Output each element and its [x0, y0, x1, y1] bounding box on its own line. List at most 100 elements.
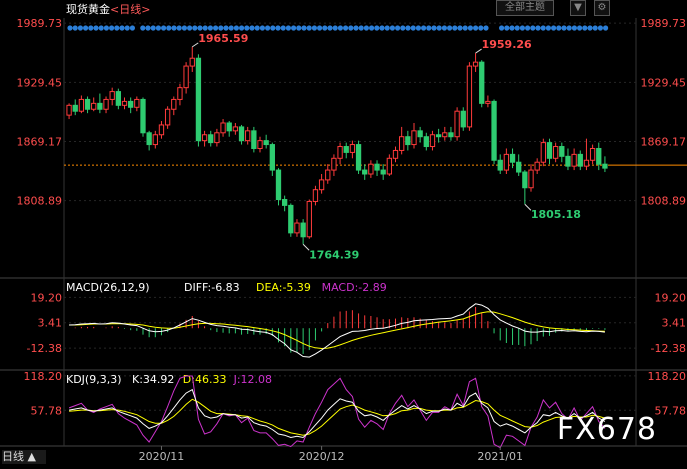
candle-body — [386, 157, 393, 175]
watermark-text: FX678 — [556, 412, 657, 447]
candle-body — [442, 132, 448, 138]
overview-bar-dot — [369, 25, 375, 31]
candle-body — [158, 124, 165, 136]
price-axis-label-left: 1869.17 — [17, 135, 63, 148]
macd-axis-label-right: -12.38 — [651, 342, 686, 355]
candle-body — [140, 98, 146, 134]
candle-body — [602, 163, 608, 169]
overview-bar-dot — [519, 25, 526, 31]
candle-body — [66, 104, 72, 116]
candle-body — [460, 110, 466, 128]
overview-bar-dot — [467, 25, 473, 31]
candle-body — [503, 153, 510, 171]
overview-bar-dot — [249, 25, 255, 31]
settings-button[interactable]: ⚙ — [594, 0, 610, 16]
candle-body — [281, 199, 288, 206]
overview-bar-dot — [405, 25, 411, 31]
dropdown-button[interactable]: ▼ — [570, 0, 586, 16]
price-axis-label-left: 1929.45 — [17, 76, 63, 89]
candle-body — [349, 144, 356, 153]
macd-axis-label-right: 3.41 — [662, 317, 687, 330]
candle-body — [306, 200, 312, 238]
kdj-legend-item: K:34.92 — [132, 373, 174, 386]
macd-legend-item: DIFF:-6.83 — [184, 281, 240, 294]
kdj-axis-label-right: 118.20 — [648, 370, 687, 383]
overview-bar-dot — [348, 25, 354, 31]
candle-body — [325, 169, 331, 181]
candle-body — [374, 163, 380, 171]
chart-header: 现货黄金<日线> — [66, 1, 150, 17]
k-line — [69, 388, 606, 439]
kdj-legend-item: J:12.08 — [233, 373, 272, 386]
candle-body — [454, 110, 460, 138]
candle-body — [546, 142, 553, 159]
overview-bar-dot — [332, 25, 338, 31]
overview-bar-dot — [280, 25, 286, 31]
overview-bar-dot — [301, 25, 307, 31]
candle-body — [84, 98, 91, 110]
overview-bar-dot — [441, 25, 447, 31]
candle-body — [288, 204, 294, 234]
overview-bar-dot — [509, 25, 515, 31]
overview-bar-dot — [353, 25, 359, 31]
period-tab[interactable]: 日线 ▲ — [2, 450, 46, 464]
overview-bar-dot — [275, 25, 281, 31]
candle-body — [146, 132, 152, 146]
candle-body — [115, 91, 122, 106]
overview-bar-dot — [478, 25, 484, 31]
overview-bar-dot — [483, 25, 489, 31]
overview-bar-dot — [535, 25, 541, 31]
candle-body — [152, 134, 158, 146]
candle-body — [109, 91, 115, 100]
d-line — [69, 398, 606, 436]
kdj-axis-label-right: 57.78 — [655, 404, 687, 417]
overview-bar-dot — [228, 25, 234, 31]
macd-title: MACD(26,12,9) — [66, 281, 150, 294]
overview-bar-dot — [233, 25, 239, 31]
candle-body — [251, 130, 257, 149]
overview-bar-dot — [436, 25, 442, 31]
overview-bar-dot — [473, 25, 479, 31]
period-tab-label: 日线 ▲ — [2, 450, 36, 463]
candle-body — [559, 146, 565, 157]
candle-body — [522, 171, 528, 189]
overview-bar-dot — [358, 25, 364, 31]
overview-bar-dot — [114, 25, 120, 31]
overview-bar-dot — [389, 25, 395, 31]
candle-body — [91, 102, 97, 110]
overview-bar-dot — [582, 25, 588, 31]
overview-bar-dot — [124, 25, 130, 31]
overview-bar-dot — [426, 25, 432, 31]
candle-body — [343, 146, 349, 153]
overview-bar-dot — [447, 25, 453, 31]
overview-bar-dot — [197, 25, 203, 31]
overview-bar-dot — [431, 25, 437, 31]
candle-body — [509, 153, 516, 163]
candle-body — [485, 100, 491, 104]
overview-bar-dot — [187, 25, 193, 31]
overview-bar-dot — [72, 25, 78, 31]
candle-body — [429, 134, 436, 148]
overview-bar-dot — [155, 25, 161, 31]
extreme-price-label: 1764.39 — [309, 248, 359, 261]
instrument-name: 现货黄金 — [66, 3, 110, 16]
candle-body — [189, 57, 195, 67]
extreme-price-label: 1805.18 — [531, 208, 581, 221]
candle-body — [97, 102, 103, 110]
candle-body — [220, 122, 226, 134]
candle-body — [275, 169, 282, 201]
extreme-price-label: 1965.59 — [198, 32, 248, 45]
candle-body — [72, 104, 78, 112]
overview-bar-dot — [556, 25, 562, 31]
overview-bar-dot — [514, 25, 520, 31]
overview-bar-dot — [88, 25, 94, 31]
overview-bar-dot — [603, 25, 609, 31]
candle-body — [294, 222, 300, 234]
extreme-price-label: 1959.26 — [482, 38, 532, 51]
period-label[interactable]: <日线> — [110, 3, 150, 16]
price-axis-label-left: 1989.73 — [17, 17, 63, 30]
theme-select-button[interactable]: 全部主题 — [496, 0, 554, 16]
macd-axis-label-left: 19.20 — [31, 291, 63, 304]
overview-bar-dot — [592, 25, 598, 31]
candle-body — [164, 108, 171, 126]
